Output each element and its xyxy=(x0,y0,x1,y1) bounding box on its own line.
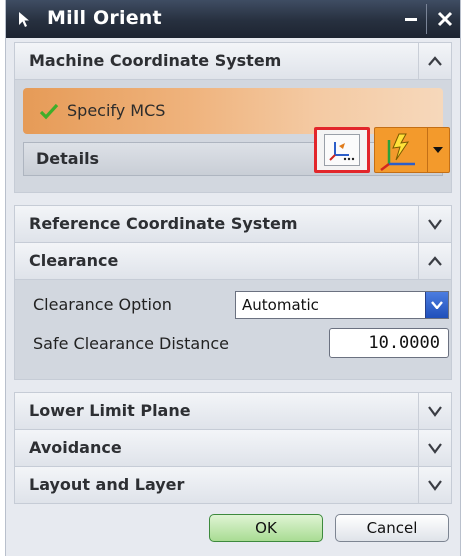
csys-auto-dropdown[interactable] xyxy=(427,128,449,172)
expand-chevron-icon[interactable] xyxy=(418,393,451,429)
clearance-option-label: Clearance Option xyxy=(33,295,172,314)
close-button[interactable] xyxy=(430,0,460,38)
group-body-clearance: Clearance Option Automatic Safe Clearanc… xyxy=(14,280,452,380)
specify-mcs-label: Specify MCS xyxy=(67,101,166,120)
csys-dialog-button[interactable] xyxy=(314,127,370,173)
group-label-avoidance: Avoidance xyxy=(29,438,122,457)
expand-chevron-icon[interactable] xyxy=(418,206,451,242)
cancel-button[interactable]: Cancel xyxy=(335,514,449,542)
group-header-layout-layer[interactable]: Layout and Layer xyxy=(14,466,452,504)
safe-clearance-distance-label: Safe Clearance Distance xyxy=(33,334,229,353)
mill-orient-dialog: Mill Orient Machine Coordinate System Sp… xyxy=(5,0,461,556)
safe-clearance-distance-field[interactable] xyxy=(329,328,449,358)
checkmark-icon xyxy=(39,103,59,120)
group-label-mcs: Machine Coordinate System xyxy=(29,51,282,70)
clearance-option-value: Automatic xyxy=(242,296,319,314)
group-label-clearance: Clearance xyxy=(29,251,119,270)
safe-clearance-distance-input[interactable] xyxy=(330,329,448,357)
group-label-reference: Reference Coordinate System xyxy=(29,214,298,233)
close-icon xyxy=(437,11,453,27)
clearance-option-select[interactable]: Automatic xyxy=(235,291,449,319)
title-bar[interactable]: Mill Orient xyxy=(6,0,460,38)
collapse-chevron-icon[interactable] xyxy=(418,43,451,79)
csys-auto-main[interactable] xyxy=(375,128,428,172)
expand-chevron-icon[interactable] xyxy=(418,430,451,466)
collapse-chevron-icon[interactable] xyxy=(418,243,451,279)
select-dropdown-icon[interactable] xyxy=(425,292,448,318)
csys-lightning-icon xyxy=(380,133,415,171)
select-arrow-icon xyxy=(19,12,29,27)
csys-auto-split-button[interactable] xyxy=(374,127,450,173)
group-header-reference[interactable]: Reference Coordinate System xyxy=(14,205,452,243)
csys-dialog-icon xyxy=(324,134,360,166)
details-label: Details xyxy=(36,149,100,168)
group-label-lower-limit: Lower Limit Plane xyxy=(29,401,191,420)
minimize-button[interactable] xyxy=(396,0,426,38)
minimize-icon xyxy=(405,18,417,21)
dialog-title: Mill Orient xyxy=(47,7,162,29)
group-label-layout-layer: Layout and Layer xyxy=(29,475,185,494)
dropdown-arrow-icon xyxy=(433,147,443,153)
group-header-lower-limit[interactable]: Lower Limit Plane xyxy=(14,392,452,430)
expand-chevron-icon[interactable] xyxy=(418,467,451,503)
group-header-mcs[interactable]: Machine Coordinate System xyxy=(14,42,452,80)
ok-button[interactable]: OK xyxy=(209,514,323,542)
title-separator xyxy=(426,4,427,34)
group-header-clearance[interactable]: Clearance xyxy=(14,242,452,280)
group-header-avoidance[interactable]: Avoidance xyxy=(14,429,452,467)
